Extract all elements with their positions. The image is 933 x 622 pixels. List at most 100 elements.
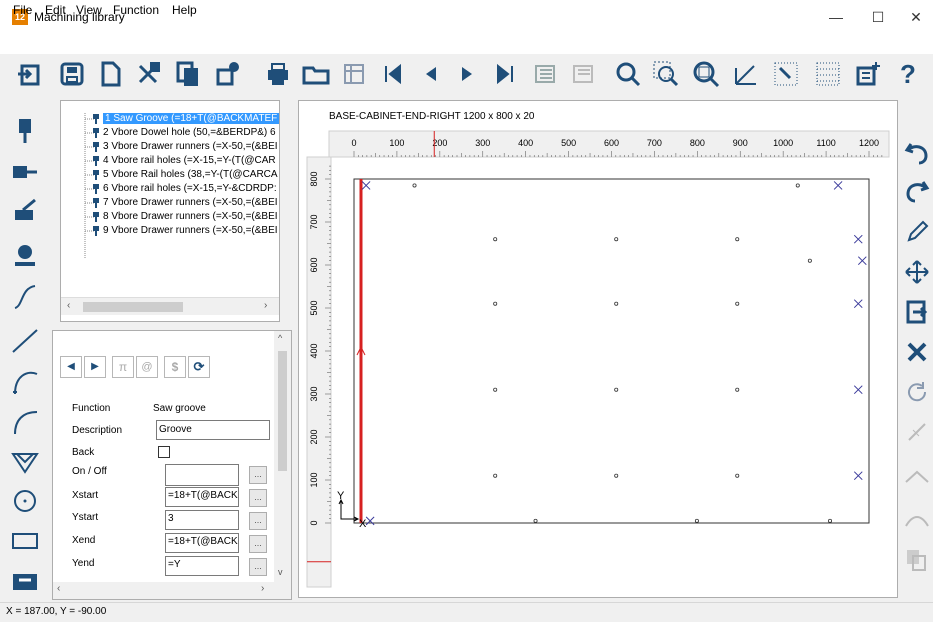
- tree-item[interactable]: 5 Vbore Rail holes (38,=Y-(T(@CARCA: [103, 168, 279, 182]
- trim-icon[interactable]: [903, 418, 931, 446]
- tree-item[interactable]: 7 Vbore Drawer runners (=X-50,=(&BEI: [103, 196, 279, 210]
- first-icon[interactable]: [376, 58, 408, 90]
- circle-tool-icon[interactable]: [9, 486, 41, 516]
- measure-icon[interactable]: [730, 58, 762, 90]
- properties-vertical-scrollbar[interactable]: ^ v: [274, 331, 291, 599]
- right-tool-palette: [900, 100, 933, 598]
- drill-hole: [614, 237, 619, 242]
- label-xend: Xend: [72, 535, 96, 546]
- minimize-button[interactable]: —: [818, 4, 854, 30]
- edit-pencil-icon[interactable]: [903, 218, 931, 246]
- previous-icon[interactable]: [414, 58, 446, 90]
- xstart-input[interactable]: =18+T(@BACK: [165, 487, 239, 507]
- prev-operation-button[interactable]: ◀: [60, 356, 82, 378]
- tree-item[interactable]: 6 Vbore rail holes (=X-15,=Y-&CDRDP:: [103, 182, 279, 196]
- zoom-fit-icon[interactable]: [690, 58, 722, 90]
- grid-select-icon[interactable]: [770, 58, 802, 90]
- tree-item[interactable]: 4 Vbore rail holes (=X-15,=Y-(T(@CAR: [103, 154, 279, 168]
- menu-help[interactable]: Help: [172, 3, 197, 17]
- pi-button[interactable]: π: [112, 356, 134, 378]
- folder-icon[interactable]: [300, 58, 332, 90]
- print-icon[interactable]: [262, 58, 294, 90]
- import-icon[interactable]: [14, 58, 46, 90]
- rotate-icon[interactable]: [903, 378, 931, 406]
- line-tool-icon[interactable]: [9, 326, 41, 356]
- x-tick-label: 1100: [816, 138, 835, 148]
- axis-y-label: Y: [337, 490, 345, 502]
- back-checkbox[interactable]: [158, 446, 170, 458]
- next-icon[interactable]: [452, 58, 484, 90]
- tree-item[interactable]: 2 Vbore Dowel hole (50,=&BERDP&) 6: [103, 126, 279, 140]
- curve-tool-icon[interactable]: [9, 282, 41, 312]
- save-icon[interactable]: [56, 58, 88, 90]
- yend-ellipsis-button[interactable]: ...: [249, 558, 267, 576]
- zoom-icon[interactable]: [612, 58, 644, 90]
- menu-function[interactable]: Function: [113, 3, 159, 17]
- tree-item[interactable]: 8 Vbore Drawer runners (=X-50,=(&BEI: [103, 210, 279, 224]
- vertical-drill-icon[interactable]: [9, 115, 41, 145]
- arc-three-point-icon[interactable]: [9, 406, 41, 436]
- vbore-icon: [91, 127, 101, 138]
- pocket-tool-icon[interactable]: [9, 566, 41, 596]
- ystart-input[interactable]: 3: [165, 510, 239, 530]
- delete-icon[interactable]: [903, 338, 931, 366]
- move-icon[interactable]: [903, 258, 931, 286]
- funnel-tool-icon[interactable]: [9, 446, 41, 476]
- description-input[interactable]: Groove: [156, 420, 270, 440]
- next-operation-button[interactable]: ▶: [84, 356, 106, 378]
- horizontal-drill-icon[interactable]: [9, 158, 41, 188]
- operation-tree[interactable]: 1 Saw Groove (=18+T(@BACKMATEF 2 Vbore Do…: [60, 100, 280, 322]
- x-tick-label: 900: [733, 138, 748, 148]
- tree-item[interactable]: 9 Vbore Drawer runners (=X-50,=(&BEI: [103, 224, 279, 238]
- panel-drawing[interactable]: 0 100 200 300 400 500 600 700 800 900 1000 1100 1200…: [299, 101, 897, 597]
- at-button[interactable]: @: [136, 356, 158, 378]
- close-button[interactable]: ✕: [898, 4, 933, 30]
- new-icon[interactable]: [94, 58, 126, 90]
- save-as-icon[interactable]: [338, 58, 370, 90]
- label-back: Back: [72, 447, 95, 458]
- xend-input[interactable]: =18+T(@BACK: [165, 533, 239, 553]
- angled-drill-icon[interactable]: [9, 196, 41, 226]
- tree-horizontal-scrollbar[interactable]: ‹ ›: [61, 297, 279, 315]
- menu-view[interactable]: View: [76, 3, 102, 17]
- yend-input[interactable]: =Y: [165, 556, 239, 576]
- vbore-icon: [91, 141, 101, 152]
- help-icon[interactable]: ?: [892, 58, 924, 90]
- last-icon[interactable]: [490, 58, 522, 90]
- tree-item-label: 3 Vbore Drawer runners (=X-50,=(&BEI: [103, 141, 278, 152]
- paste-icon[interactable]: [903, 298, 931, 326]
- router-icon[interactable]: [9, 240, 41, 270]
- redo-icon[interactable]: [903, 176, 931, 204]
- maximize-button[interactable]: ☐: [860, 4, 896, 30]
- tree-item-label: 2 Vbore Dowel hole (50,=&BERDP&) 6: [103, 127, 276, 138]
- menu-edit[interactable]: Edit: [45, 3, 66, 17]
- xstart-ellipsis-button[interactable]: ...: [249, 489, 267, 507]
- copy-icon[interactable]: [172, 58, 204, 90]
- refresh-button[interactable]: ⟳: [188, 356, 210, 378]
- rectangle-tool-icon[interactable]: [9, 526, 41, 556]
- properties-icon[interactable]: [852, 58, 884, 90]
- copy-shape-icon[interactable]: [903, 546, 931, 574]
- on-off-ellipsis-button[interactable]: ...: [249, 466, 267, 484]
- drill-hole: [795, 183, 800, 188]
- xend-ellipsis-button[interactable]: ...: [249, 535, 267, 553]
- on-off-input[interactable]: [165, 464, 239, 486]
- tree-item[interactable]: 3 Vbore Drawer runners (=X-50,=(&BEI: [103, 140, 279, 154]
- menu-file[interactable]: File: [13, 3, 32, 17]
- arc-tool-icon[interactable]: [9, 366, 41, 396]
- cut-icon[interactable]: [132, 58, 164, 90]
- layer-icon[interactable]: [530, 58, 562, 90]
- grid-icon[interactable]: [812, 58, 844, 90]
- layer-off-icon[interactable]: [568, 58, 600, 90]
- dollar-button[interactable]: $: [164, 356, 186, 378]
- zoom-window-icon[interactable]: [650, 58, 682, 90]
- fillet-icon[interactable]: [903, 504, 931, 532]
- settings-icon[interactable]: [212, 58, 244, 90]
- undo-icon[interactable]: [903, 138, 931, 166]
- properties-horizontal-scrollbar[interactable]: ‹ ›: [53, 582, 274, 599]
- chamfer-icon[interactable]: [903, 460, 931, 488]
- tree-item-label: 1 Saw Groove (=18+T(@BACKMATEF: [103, 113, 279, 124]
- tree-item[interactable]: 1 Saw Groove (=18+T(@BACKMATEF: [103, 112, 279, 126]
- ystart-ellipsis-button[interactable]: ...: [249, 512, 267, 530]
- drawing-canvas[interactable]: BASE-CABINET-END-RIGHT 1200 x 800 x 20 0…: [298, 100, 898, 598]
